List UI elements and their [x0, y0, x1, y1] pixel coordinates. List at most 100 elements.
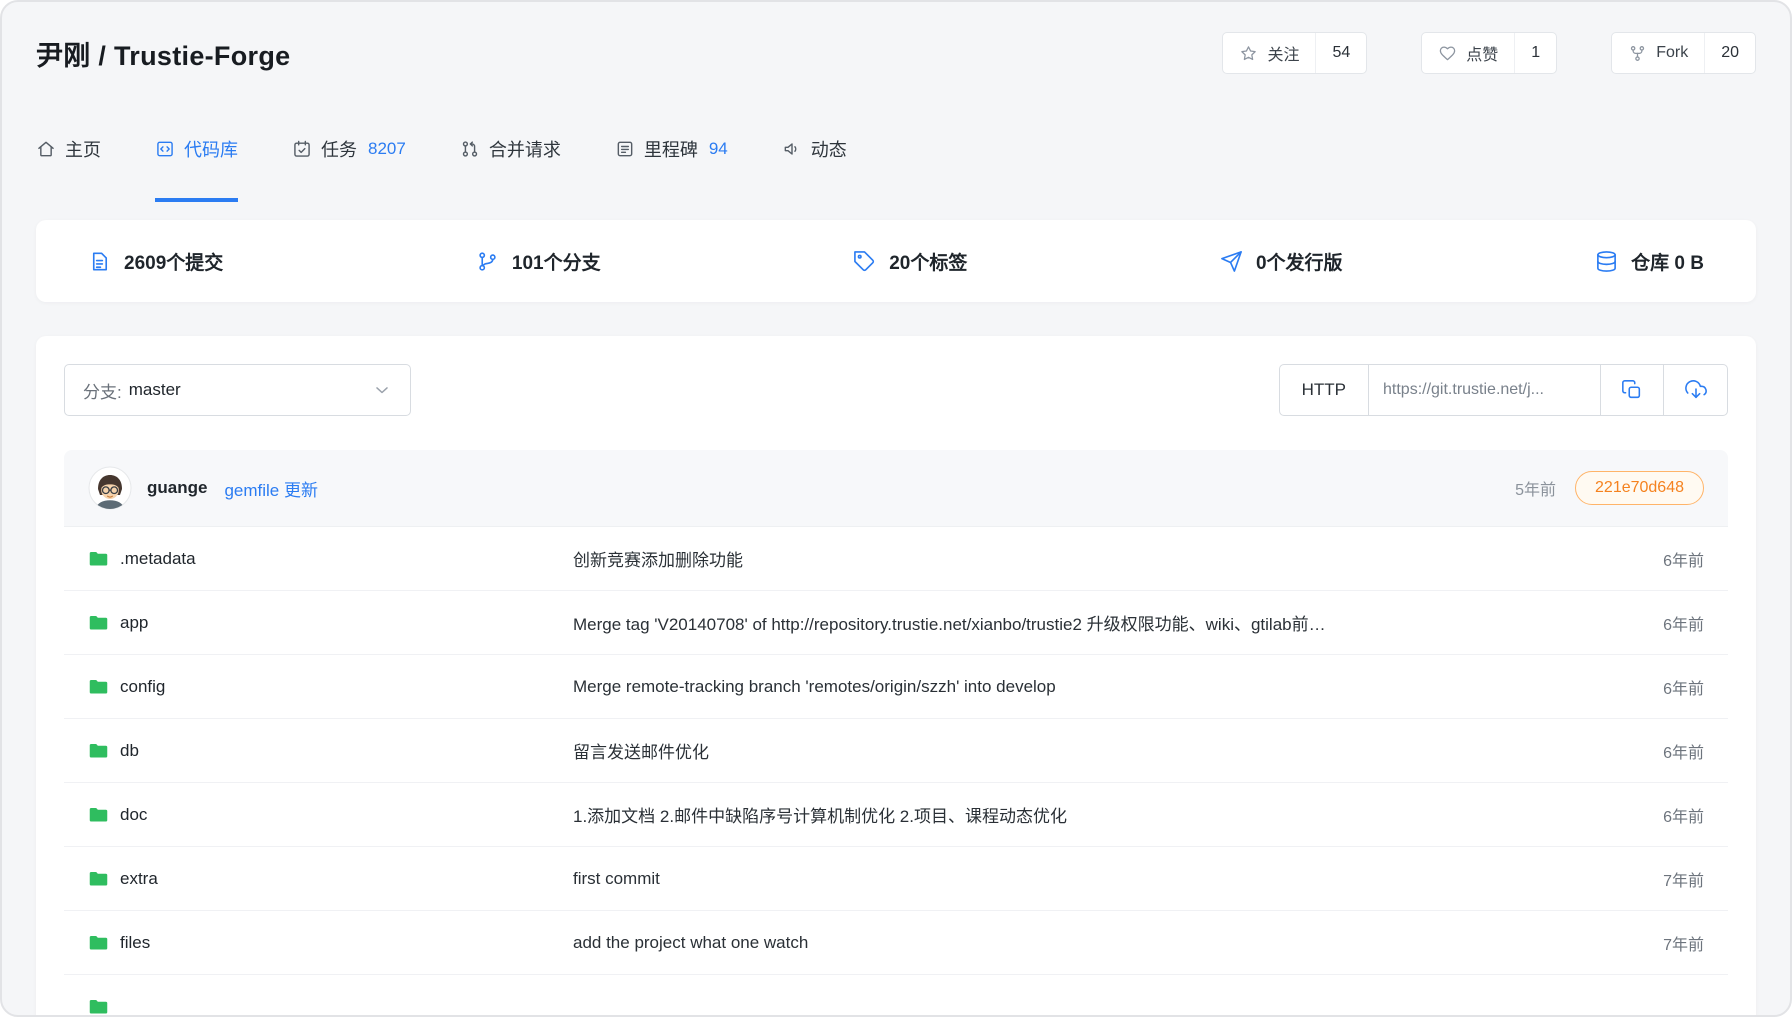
repo-header: 尹刚 / Trustie-Forge 关注 54 点赞 1 [2, 2, 1790, 74]
commits-icon [88, 250, 111, 273]
repo-stats-bar: 2609个提交 101个分支 20个标签 0个发行版 仓库 0 B [36, 220, 1756, 302]
file-time: 6年前 [1663, 803, 1704, 827]
protocol-select[interactable]: HTTP [1280, 365, 1369, 415]
clone-url-input[interactable] [1369, 365, 1601, 415]
commit-author[interactable]: guange [147, 478, 207, 498]
file-commit-message[interactable]: Merge remote-tracking branch 'remotes/or… [573, 677, 1663, 697]
repo-files-card: 分支: master HTTP [36, 336, 1756, 1017]
tab-home[interactable]: 主页 [36, 136, 101, 202]
file-row: config Merge remote-tracking branch 'rem… [64, 655, 1728, 719]
stat-branches[interactable]: 101个分支 [476, 248, 601, 275]
app-window: 尹刚 / Trustie-Forge 关注 54 点赞 1 [0, 0, 1792, 1017]
stat-label: 2609个提交 [124, 248, 223, 275]
file-time: 7年前 [1663, 931, 1704, 955]
like-button[interactable]: 点赞 1 [1421, 32, 1557, 74]
file-name[interactable]: extra [120, 869, 158, 889]
file-commit-message[interactable]: first commit [573, 869, 1663, 889]
tab-tasks[interactable]: 任务 8207 [292, 136, 406, 202]
fork-button[interactable]: Fork 20 [1611, 32, 1756, 74]
home-icon [36, 139, 56, 159]
folder-icon [88, 804, 109, 825]
stat-label: 20个标签 [889, 248, 967, 275]
file-name[interactable]: db [120, 741, 139, 761]
tab-label: 任务 [321, 136, 357, 162]
activity-icon [782, 139, 802, 159]
fork-count[interactable]: 20 [1704, 33, 1755, 73]
file-row: doc 1.添加文档 2.邮件中缺陷序号计算机制优化 2.项目、课程动态优化 6… [64, 783, 1728, 847]
avatar[interactable] [88, 466, 132, 510]
merge-request-icon [460, 139, 480, 159]
file-row: .metadata 创新竞赛添加删除功能 6年前 [64, 527, 1728, 591]
file-commit-message[interactable]: 创新竞赛添加删除功能 [573, 546, 1663, 571]
repo-actions: 关注 54 点赞 1 Fork [1222, 32, 1756, 74]
repo-toolbar: 分支: master HTTP [64, 364, 1728, 416]
stat-label: 仓库 0 B [1631, 248, 1704, 275]
branch-value: master [129, 380, 181, 400]
file-row: extra first commit 7年前 [64, 847, 1728, 911]
watch-button[interactable]: 关注 54 [1222, 32, 1367, 74]
download-button[interactable] [1664, 365, 1727, 415]
folder-icon [88, 676, 109, 697]
commit-message-link[interactable]: gemfile 更新 [224, 476, 318, 501]
folder-icon [88, 996, 109, 1017]
folder-icon [88, 932, 109, 953]
task-icon [292, 139, 312, 159]
file-name[interactable]: config [120, 677, 165, 697]
file-time: 6年前 [1663, 611, 1704, 635]
tab-label: 代码库 [184, 136, 238, 162]
tag-icon [853, 250, 876, 273]
watch-label: 关注 [1267, 41, 1299, 65]
commit-time: 5年前 [1515, 476, 1556, 500]
folder-icon [88, 868, 109, 889]
stat-releases[interactable]: 0个发行版 [1220, 248, 1343, 275]
release-icon [1220, 250, 1243, 273]
file-row [64, 975, 1728, 1017]
file-commit-message[interactable]: 1.添加文档 2.邮件中缺陷序号计算机制优化 2.项目、课程动态优化 [573, 802, 1663, 827]
chevron-down-icon [372, 380, 392, 400]
file-commit-message[interactable]: 留言发送邮件优化 [573, 738, 1663, 763]
file-commit-message[interactable]: Merge tag 'V20140708' of http://reposito… [573, 610, 1663, 635]
milestone-icon [615, 139, 635, 159]
file-name[interactable]: doc [120, 805, 147, 825]
file-row: db 留言发送邮件优化 6年前 [64, 719, 1728, 783]
stat-commits[interactable]: 2609个提交 [88, 248, 223, 275]
file-name[interactable]: .metadata [120, 549, 196, 569]
tab-activity[interactable]: 动态 [782, 136, 847, 202]
heart-icon [1438, 44, 1457, 63]
clone-panel: HTTP [1279, 364, 1728, 416]
file-time: 6年前 [1663, 739, 1704, 763]
file-name[interactable]: app [120, 613, 148, 633]
folder-icon [88, 740, 109, 761]
tab-tasks-count: 8207 [368, 139, 406, 159]
file-row: files add the project what one watch 7年前 [64, 911, 1728, 975]
code-repo-icon [155, 139, 175, 159]
stat-tags[interactable]: 20个标签 [853, 248, 967, 275]
file-time: 6年前 [1663, 547, 1704, 571]
download-cloud-icon [1685, 379, 1707, 401]
tab-label: 主页 [65, 136, 101, 162]
tab-code-repo[interactable]: 代码库 [155, 136, 238, 202]
tab-label: 里程碑 [644, 136, 698, 162]
commit-hash-badge[interactable]: 221e70d648 [1575, 471, 1704, 505]
tab-merge-requests[interactable]: 合并请求 [460, 136, 561, 202]
tab-label: 合并请求 [489, 136, 561, 162]
file-commit-message[interactable]: add the project what one watch [573, 933, 1663, 953]
like-count[interactable]: 1 [1514, 33, 1556, 73]
watch-count[interactable]: 54 [1315, 33, 1366, 73]
file-list: .metadata 创新竞赛添加删除功能 6年前 app Merge tag '… [64, 527, 1728, 1017]
copy-icon [1621, 379, 1643, 401]
file-name[interactable]: files [120, 933, 150, 953]
branch-prefix: 分支: [83, 378, 122, 403]
fork-label: Fork [1656, 44, 1688, 62]
branch-selector[interactable]: 分支: master [64, 364, 411, 416]
stat-repo-size[interactable]: 仓库 0 B [1595, 248, 1704, 275]
folder-icon [88, 612, 109, 633]
database-icon [1595, 250, 1618, 273]
repo-nav: 主页 代码库 任务 8207 合并请求 里程碑 94 [2, 136, 1790, 202]
tab-milestones[interactable]: 里程碑 94 [615, 136, 728, 202]
copy-button[interactable] [1601, 365, 1664, 415]
like-label: 点赞 [1466, 41, 1498, 65]
file-time: 6年前 [1663, 675, 1704, 699]
file-row: app Merge tag 'V20140708' of http://repo… [64, 591, 1728, 655]
file-time: 7年前 [1663, 867, 1704, 891]
